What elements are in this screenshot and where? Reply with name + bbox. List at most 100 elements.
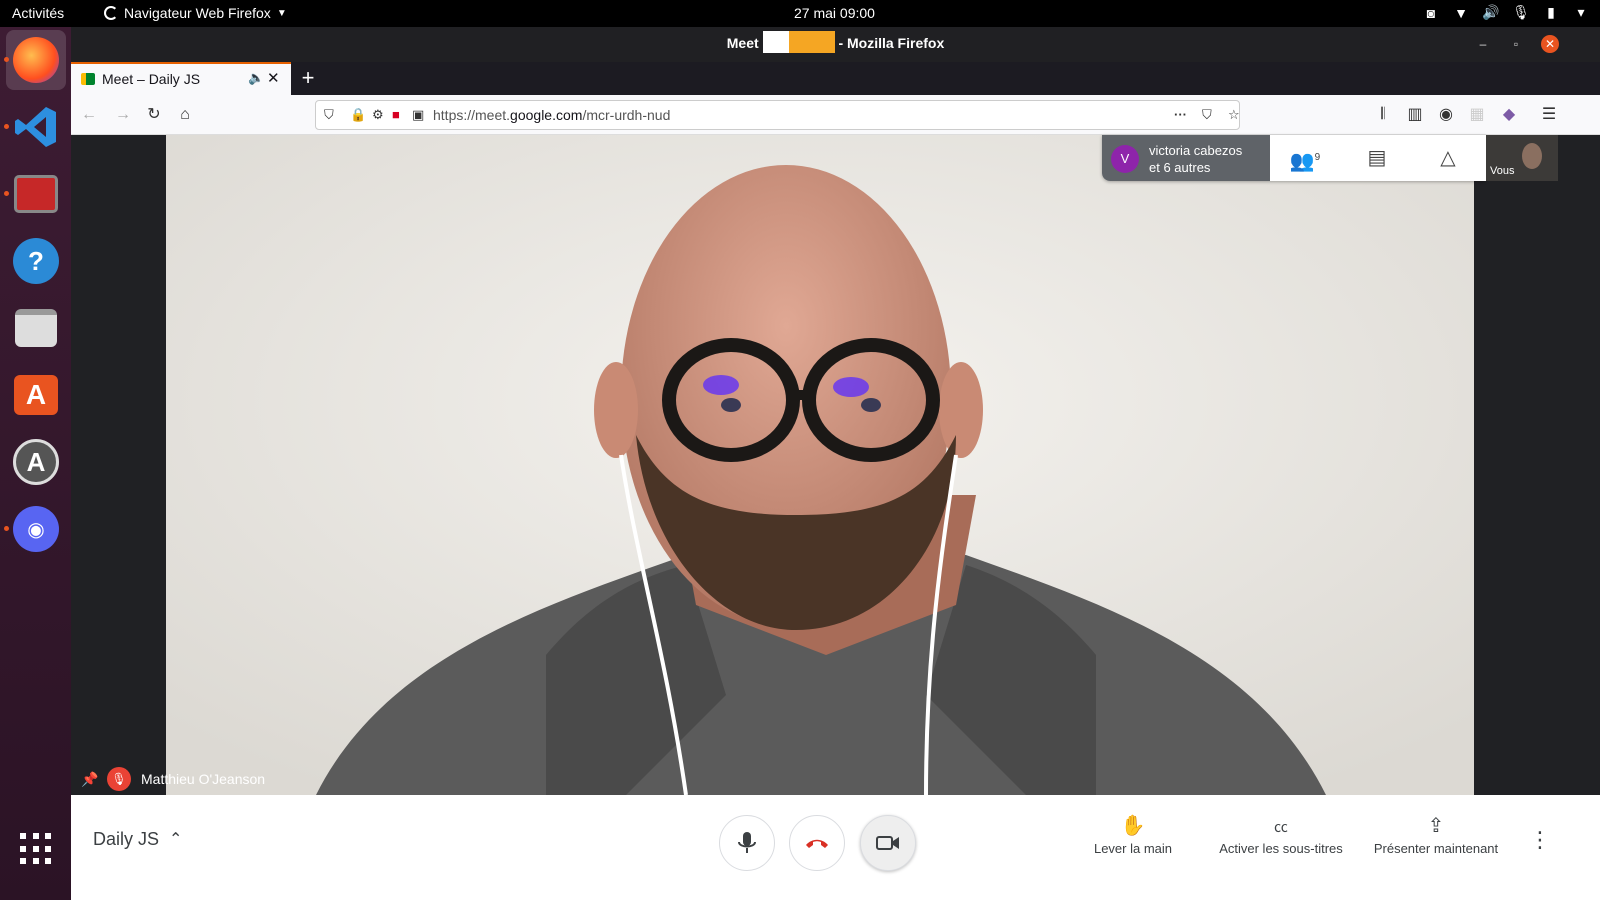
dock-terminal[interactable] bbox=[4, 164, 66, 224]
participants-line2: et 6 autres bbox=[1149, 160, 1211, 175]
extension-icon[interactable]: ▦ bbox=[1467, 105, 1487, 125]
leave-call-button[interactable] bbox=[789, 815, 845, 871]
grid-dot bbox=[20, 858, 26, 865]
chevron-up-icon[interactable]: ⌃ bbox=[169, 829, 182, 849]
new-tab-button[interactable]: + bbox=[297, 65, 319, 91]
chevron-down-icon: ▼ bbox=[276, 7, 287, 19]
tracking-protection-icon[interactable]: ⛉ bbox=[324, 107, 334, 123]
hand-icon: ✋ bbox=[1120, 815, 1146, 837]
camera-icon bbox=[876, 836, 899, 850]
grid-dot bbox=[45, 833, 52, 839]
dock-updater[interactable]: A bbox=[6, 432, 66, 492]
chat-icon: ▤ bbox=[1367, 147, 1387, 169]
reload-button[interactable]: ↻ bbox=[144, 105, 164, 125]
lock-icon[interactable]: 🔒 bbox=[350, 107, 366, 123]
back-button[interactable]: ← bbox=[79, 105, 99, 125]
close-tab-icon[interactable]: ✕ bbox=[267, 69, 280, 87]
extension-cat-icon[interactable]: ◆ bbox=[1499, 105, 1519, 125]
running-indicator bbox=[4, 191, 9, 196]
tab-meet[interactable]: Meet – Daily JS 🔈 ✕ bbox=[71, 62, 291, 95]
url-bar[interactable]: ⛉ 🔒 ⚙ ■ ▣ https://meet.google.com/mcr-ur… bbox=[315, 100, 1240, 130]
wifi-icon: ▼ bbox=[1454, 4, 1468, 21]
participants-summary-text: victoria cabezos et 6 autres bbox=[1149, 142, 1242, 176]
participants-summary[interactable]: V victoria cabezos et 6 autres bbox=[1102, 135, 1270, 181]
url-prefix: https://meet. bbox=[433, 107, 511, 123]
avatar: V bbox=[1111, 145, 1139, 173]
tab-label: Meet – Daily JS bbox=[102, 71, 201, 87]
grid-dot bbox=[20, 845, 26, 852]
software-store-icon: A bbox=[14, 375, 58, 415]
bookmark-star-icon[interactable]: ☆ bbox=[1228, 107, 1240, 123]
speaker-name: Matthieu O'Jeanson bbox=[141, 771, 266, 787]
chat-button[interactable]: ▤ bbox=[1357, 143, 1397, 173]
pocket-icon[interactable]: ⛉ bbox=[1202, 107, 1212, 123]
shapes-icon: △ bbox=[1440, 147, 1456, 169]
camera-button[interactable] bbox=[860, 815, 916, 871]
camera-permission-icon[interactable]: ■ bbox=[392, 107, 400, 122]
close-window-button[interactable]: ✕ bbox=[1541, 35, 1559, 53]
grid-dot bbox=[32, 858, 39, 865]
grid-dot bbox=[45, 845, 52, 852]
raise-hand-button[interactable]: ✋ Lever la main bbox=[1081, 813, 1185, 856]
navigation-toolbar: ← → ↻ ⌂ ⛉ 🔒 ⚙ ■ ▣ https://meet.google.co… bbox=[71, 95, 1600, 135]
minimize-button[interactable]: – bbox=[1474, 35, 1492, 53]
discord-tray-icon[interactable]: ◙ bbox=[1422, 5, 1440, 21]
activities-button[interactable]: △ bbox=[1428, 143, 1468, 173]
chevron-down-icon: ▾ bbox=[1577, 4, 1585, 20]
grid-dot bbox=[20, 833, 26, 839]
account-icon[interactable]: ◉ bbox=[1436, 105, 1456, 125]
present-icon: ⇪ bbox=[1427, 815, 1445, 837]
window-titlebar[interactable]: Meet - Mozilla Firefox – ▫ ✕ bbox=[71, 27, 1600, 62]
show-applications-button[interactable] bbox=[14, 827, 58, 871]
self-video bbox=[1522, 143, 1542, 169]
dock-firefox[interactable] bbox=[4, 30, 66, 90]
present-now-button[interactable]: ⇪ Présenter maintenant bbox=[1368, 813, 1504, 856]
dock-discord[interactable]: ◉ bbox=[4, 499, 66, 559]
dock-help[interactable]: ? bbox=[6, 231, 66, 291]
url-domain: google.com bbox=[510, 107, 583, 123]
software-updater-icon: A bbox=[13, 439, 59, 485]
clock[interactable]: 27 mai 09:00 bbox=[794, 5, 875, 21]
dock-software[interactable]: A bbox=[6, 365, 66, 425]
people-button[interactable]: 👥9 bbox=[1285, 143, 1325, 173]
system-tray[interactable]: ◙ ▼ 🔊 🎙 ▮ ▾ bbox=[1422, 4, 1590, 21]
captions-button[interactable]: ㏄ Activer les sous-titres bbox=[1207, 813, 1355, 856]
microphone-button[interactable] bbox=[719, 815, 775, 871]
library-icon[interactable]: 𝄃 bbox=[1373, 105, 1393, 125]
grid-dot bbox=[45, 858, 52, 865]
sidebar-icon[interactable]: ▥ bbox=[1405, 105, 1425, 125]
self-label: Vous bbox=[1490, 165, 1515, 177]
meeting-name[interactable]: Daily JS bbox=[93, 829, 159, 850]
microphone-icon: 🎙 bbox=[1512, 4, 1530, 20]
terminal-icon bbox=[14, 175, 58, 213]
forward-button[interactable]: → bbox=[113, 105, 133, 125]
hamburger-menu-icon[interactable]: ☰ bbox=[1539, 105, 1559, 125]
maximize-button[interactable]: ▫ bbox=[1507, 35, 1525, 53]
present-label: Présenter maintenant bbox=[1373, 841, 1499, 856]
dock-files[interactable] bbox=[6, 298, 66, 358]
camera-sharing-icon bbox=[788, 31, 815, 54]
raise-hand-label: Lever la main bbox=[1093, 841, 1173, 856]
screen-share-icon[interactable]: ▣ bbox=[412, 107, 424, 123]
page-actions-icon[interactable]: ··· bbox=[1174, 107, 1187, 122]
closed-captions-icon: ㏄ bbox=[1274, 819, 1288, 835]
meet-control-bar: Daily JS ⌃ ✋ Lever la main ㏄ Activer les… bbox=[71, 795, 1600, 900]
url-path: /mcr-urdh-nud bbox=[582, 107, 671, 123]
url-text: https://meet.google.com/mcr-urdh-nud bbox=[433, 107, 670, 123]
permissions-icon[interactable]: ⚙ bbox=[372, 107, 384, 123]
speaker-caption: 📌 🎙 Matthieu O'Jeanson bbox=[81, 767, 265, 791]
microphone-sharing-icon bbox=[814, 31, 835, 54]
google-meet-favicon bbox=[81, 73, 95, 85]
running-indicator bbox=[4, 57, 9, 62]
hang-up-icon bbox=[806, 839, 828, 848]
home-button[interactable]: ⌂ bbox=[175, 105, 195, 125]
pin-icon[interactable]: 📌 bbox=[81, 771, 98, 787]
more-options-icon[interactable]: ⋮ bbox=[1529, 827, 1551, 853]
main-video-tile[interactable] bbox=[166, 135, 1474, 795]
speaker-icon[interactable]: 🔈 bbox=[248, 70, 264, 86]
app-menu[interactable]: Navigateur Web Firefox ▼ bbox=[104, 5, 287, 21]
activities-button[interactable]: Activités bbox=[12, 5, 64, 21]
dock-vscode[interactable] bbox=[4, 97, 66, 157]
self-video-tile[interactable]: Vous bbox=[1486, 135, 1558, 181]
participants-bar: V victoria cabezos et 6 autres 👥9 ▤ △ bbox=[1102, 135, 1486, 181]
